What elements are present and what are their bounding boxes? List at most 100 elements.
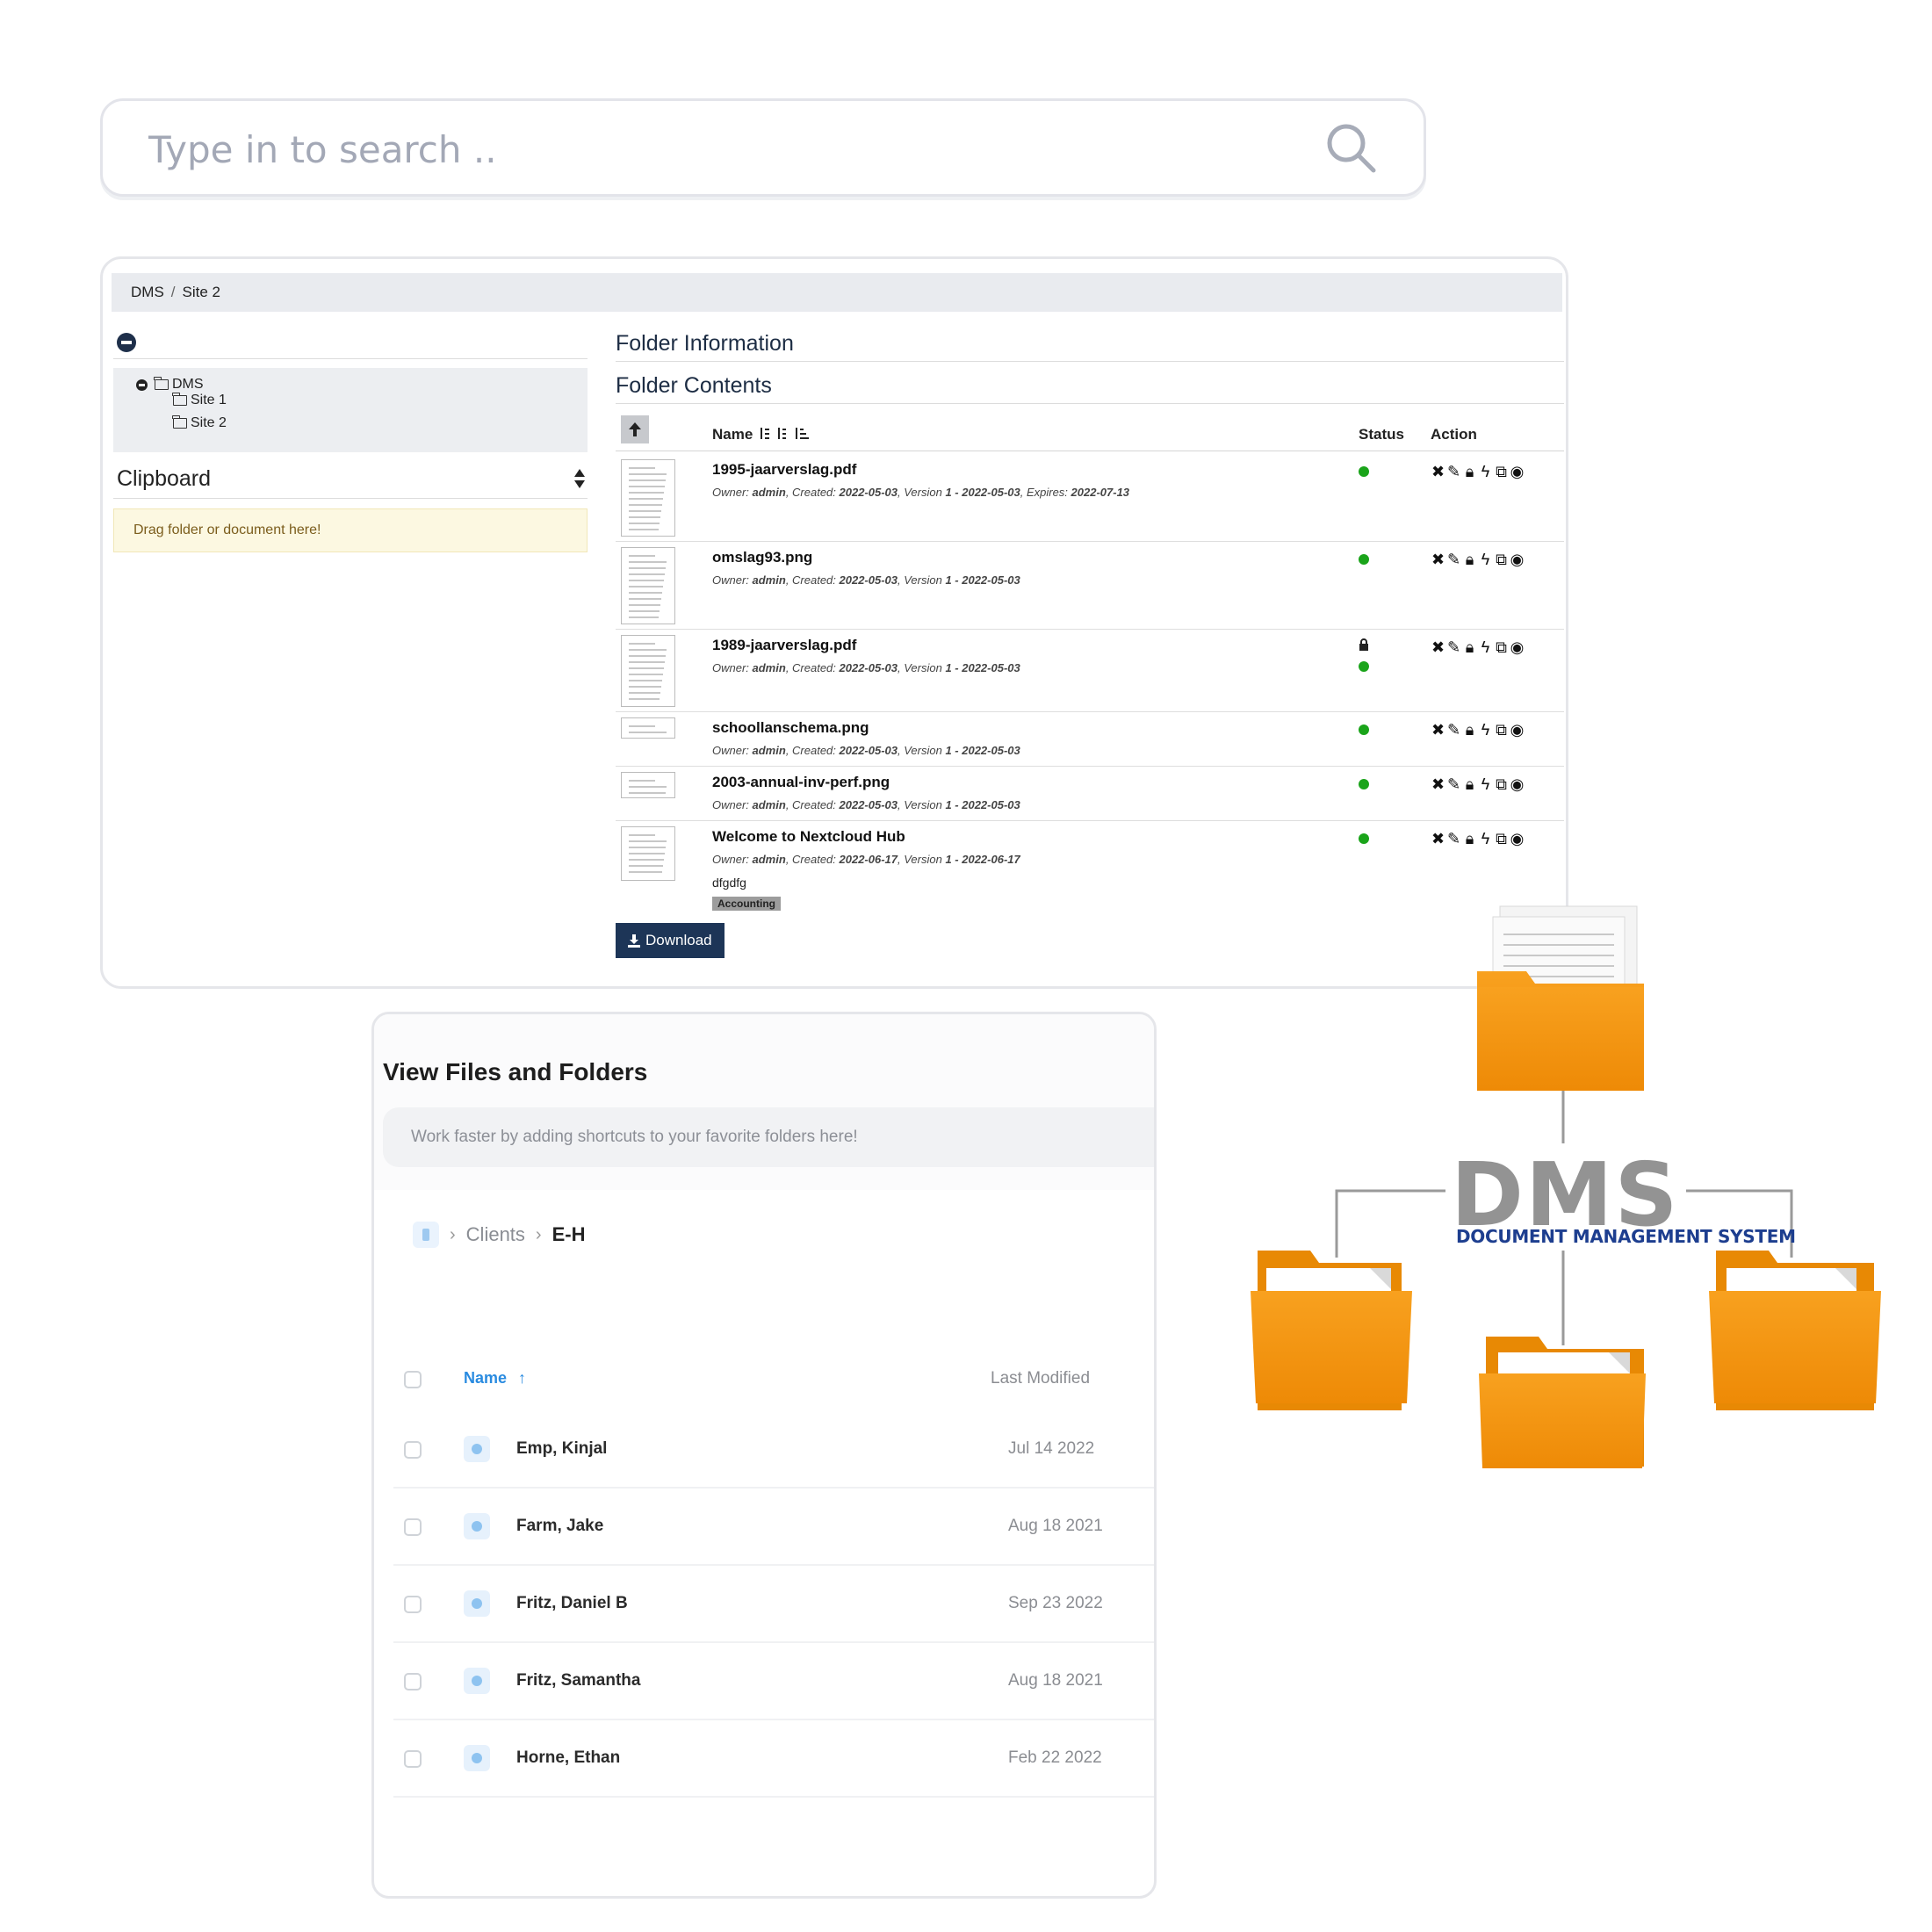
download-button[interactable]: Download [616,923,724,958]
delete-icon[interactable]: ✖ [1431,638,1445,656]
search-icon[interactable] [1323,120,1378,175]
workflow-icon[interactable]: ϟ [1478,830,1493,847]
document-row[interactable]: 2003-annual-inv-perf.png Owner: admin, Cr… [616,767,1564,821]
sort-icon[interactable] [573,468,586,489]
document-thumbnail[interactable] [621,547,675,624]
row-checkbox[interactable] [404,1518,422,1536]
view-icon[interactable]: ◉ [1510,551,1525,568]
document-row[interactable]: 1995-jaarverslag.pdf Owner: admin, Create… [616,454,1564,542]
copy-icon[interactable]: ⧉ [1494,638,1509,656]
view-icon[interactable]: ◉ [1510,830,1525,847]
delete-icon[interactable]: ✖ [1431,775,1445,793]
column-header-last-modified[interactable]: Last Modified [991,1369,1090,1388]
top-folder [1477,905,1644,1091]
unlock-icon[interactable]: 🔒︎ [1462,638,1477,656]
edit-icon[interactable]: ✎ [1446,830,1461,847]
copy-icon[interactable]: ⧉ [1494,775,1509,793]
edit-icon[interactable]: ✎ [1446,721,1461,739]
parent-folder-button[interactable] [621,415,649,443]
search-input[interactable] [147,117,1292,182]
edit-icon[interactable]: ✎ [1446,638,1461,656]
row-checkbox[interactable] [404,1673,422,1690]
breadcrumb-dms[interactable]: DMS [131,284,164,300]
arrow-up-icon [629,422,641,436]
document-row[interactable]: 1989-jaarverslag.pdf Owner: admin, Create… [616,630,1564,712]
edit-icon[interactable]: ✎ [1446,551,1461,568]
document-thumbnail[interactable] [621,459,675,537]
copy-icon[interactable]: ⧉ [1494,721,1509,739]
collapse-tree-icon[interactable] [117,333,136,352]
sort-options-icon[interactable] [759,426,810,442]
workflow-icon[interactable]: ϟ [1478,638,1493,656]
document-row[interactable]: omslag93.png Owner: admin, Created: 2022-… [616,542,1564,630]
document-thumbnail[interactable] [621,826,675,881]
copy-icon[interactable]: ⧉ [1494,551,1509,568]
dms-window: DMS / Site 2 DMS Site 1 Site 2 Clipboard D… [100,256,1568,989]
lock-icon[interactable]: 🔒︎ [1462,830,1477,847]
tree-node-site-2[interactable]: Site 2 [172,415,227,431]
row-checkbox[interactable] [404,1750,422,1768]
document-meta: Owner: admin, Created: 2022-05-03, Versi… [712,573,1020,587]
folder-name[interactable]: Fritz, Samantha [516,1671,640,1690]
column-header-name[interactable]: Name ↑ [464,1369,526,1388]
row-checkbox[interactable] [404,1441,422,1459]
files-window: View Files and Folders Work faster by ad… [371,1012,1157,1899]
collapse-node-icon[interactable] [136,378,148,391]
delete-icon[interactable]: ✖ [1431,551,1445,568]
column-header-name[interactable]: Name [712,426,810,443]
edit-icon[interactable]: ✎ [1446,463,1461,480]
folder-row[interactable]: Emp, Kinjal Jul 14 2022 [393,1411,1154,1489]
workflow-icon[interactable]: ϟ [1478,551,1493,568]
document-name[interactable]: schoollanschema.png [712,719,869,737]
column-name-label: Name [464,1369,508,1387]
breadcrumb-clients[interactable]: Clients [466,1223,525,1246]
document-thumbnail[interactable] [621,635,675,707]
row-checkbox[interactable] [404,1596,422,1613]
home-icon[interactable] [413,1222,439,1248]
divider [113,358,588,359]
folder-row[interactable]: Farm, Jake Aug 18 2021 [393,1489,1154,1566]
folder-name[interactable]: Emp, Kinjal [516,1439,607,1459]
lock-icon[interactable]: 🔒︎ [1462,721,1477,739]
document-name[interactable]: 2003-annual-inv-perf.png [712,774,890,791]
lock-icon[interactable]: 🔒︎ [1462,463,1477,480]
document-name[interactable]: Welcome to Nextcloud Hub [712,828,905,846]
lock-icon[interactable]: 🔒︎ [1462,551,1477,568]
edit-icon[interactable]: ✎ [1446,775,1461,793]
view-icon[interactable]: ◉ [1510,463,1525,480]
folder-name[interactable]: Fritz, Daniel B [516,1594,628,1613]
document-thumbnail[interactable] [621,717,675,739]
document-name[interactable]: 1989-jaarverslag.pdf [712,637,856,654]
right-folder [1709,1251,1881,1410]
view-icon[interactable]: ◉ [1510,775,1525,793]
copy-icon[interactable]: ⧉ [1494,463,1509,480]
tree-node-site-1[interactable]: Site 1 [172,393,227,408]
middle-folder [1479,1337,1646,1468]
shortcuts-bar[interactable]: Work faster by adding shortcuts to your … [383,1107,1154,1167]
view-icon[interactable]: ◉ [1510,638,1525,656]
delete-icon[interactable]: ✖ [1431,830,1445,847]
delete-icon[interactable]: ✖ [1431,721,1445,739]
lock-icon[interactable]: 🔒︎ [1462,775,1477,793]
breadcrumb: DMS / Site 2 [112,273,1562,312]
tree-node-dms[interactable]: DMS [136,377,204,393]
folder-row[interactable]: Fritz, Samantha Aug 18 2021 [393,1643,1154,1720]
folder-row[interactable]: Horne, Ethan Feb 22 2022 [393,1720,1154,1798]
document-thumbnail[interactable] [621,772,675,798]
document-meta: Owner: admin, Created: 2022-06-17, Versi… [712,853,1020,866]
workflow-icon[interactable]: ϟ [1478,721,1493,739]
document-name[interactable]: 1995-jaarverslag.pdf [712,461,856,479]
folder-row[interactable]: Fritz, Daniel B Sep 23 2022 [393,1566,1154,1643]
clipboard-dropzone[interactable]: Drag folder or document here! [113,508,588,552]
folder-name[interactable]: Farm, Jake [516,1517,603,1536]
view-icon[interactable]: ◉ [1510,721,1525,739]
document-row[interactable]: schoollanschema.png Owner: admin, Created… [616,712,1564,767]
workflow-icon[interactable]: ϟ [1478,775,1493,793]
delete-icon[interactable]: ✖ [1431,463,1445,480]
copy-icon[interactable]: ⧉ [1494,830,1509,847]
workflow-icon[interactable]: ϟ [1478,463,1493,480]
document-name[interactable]: omslag93.png [712,549,812,566]
folder-icon [464,1590,490,1617]
select-all-checkbox[interactable] [404,1371,422,1388]
folder-name[interactable]: Horne, Ethan [516,1748,620,1768]
